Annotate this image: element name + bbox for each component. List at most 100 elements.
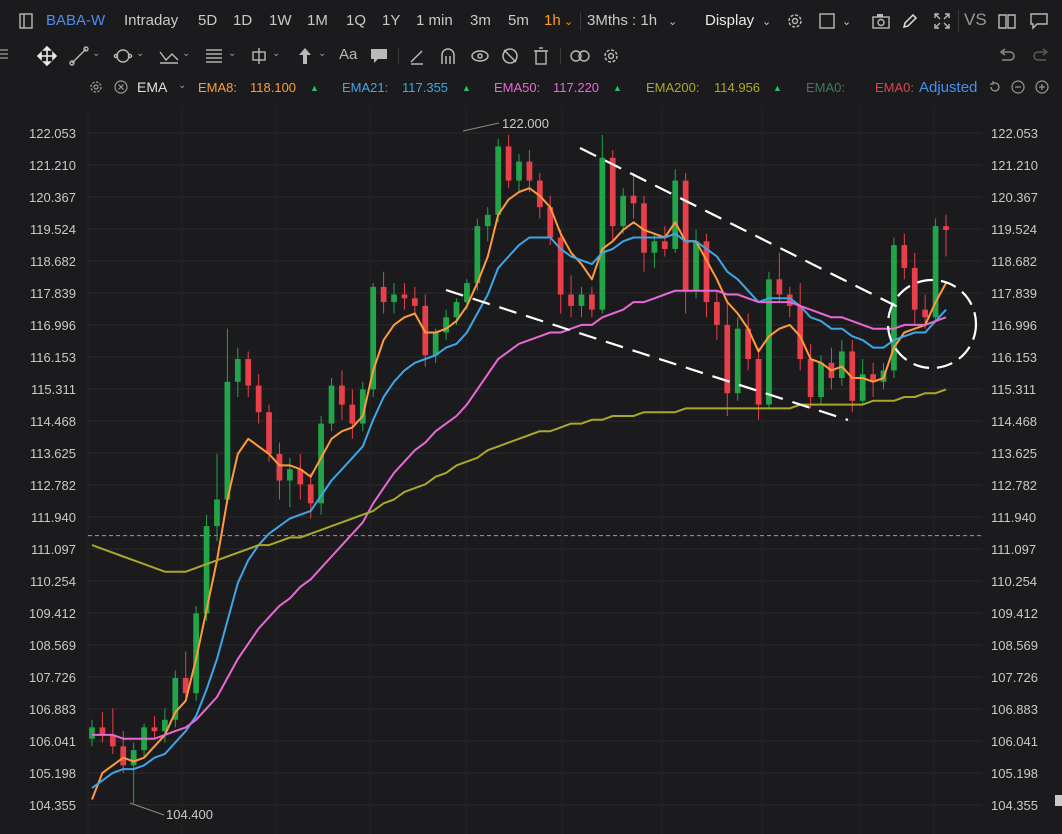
candle-down [297,453,304,500]
period-intraday[interactable]: Intraday [124,12,178,29]
price-tick-left: 110.254 [30,574,76,589]
candle-up [432,328,439,363]
shape-tool-icon[interactable] [112,45,134,67]
candle-down [682,172,689,314]
price-tick-left: 111.940 [31,510,76,525]
measure-icon[interactable] [248,45,270,67]
note-icon[interactable] [368,45,390,67]
chevron-down-icon[interactable]: ⌄ [182,48,190,59]
candle-down [99,712,106,743]
compare-button[interactable]: VS [964,10,987,30]
candle-up [693,229,699,299]
candle-body [411,298,418,306]
ema8-value: 118.100 [250,80,297,95]
settings-gear-icon[interactable] [88,79,104,95]
price-tick-left: 106.041 [29,734,76,749]
price-tick-left: 115.311 [31,382,76,397]
line-ema50 [92,289,947,740]
trash-icon[interactable] [530,45,552,67]
divider [580,12,581,30]
price-tick-right: 106.041 [991,734,1038,749]
ticker-symbol[interactable]: BABA-W [46,12,105,29]
close-icon[interactable] [113,79,129,95]
chevron-down-icon[interactable]: ⌄ [668,15,677,28]
price-tick-right: 117.839 [991,286,1037,301]
link-icon[interactable] [568,45,592,67]
period-3m[interactable]: 3m [470,12,491,29]
fullscreen-icon[interactable] [932,11,952,31]
candle-body [380,286,387,303]
chevron-down-icon[interactable]: ⌄ [842,15,851,28]
period-5m[interactable]: 5m [508,12,529,29]
layout-icon[interactable] [817,11,837,31]
candle-up [599,135,606,314]
price-tick-left: 118.682 [30,254,76,269]
price-tick-right: 122.053 [991,126,1038,141]
eye-lock-icon[interactable] [469,45,491,67]
price-tick-right: 111.097 [991,542,1036,557]
pencil-icon[interactable] [900,11,920,31]
zoom-out-icon[interactable] [1010,79,1026,95]
candle-body [609,157,616,227]
period-1w[interactable]: 1W [269,12,292,29]
chevron-down-icon[interactable]: ⌄ [762,15,771,28]
fibonacci-icon[interactable] [203,45,225,67]
candle-up [443,309,449,341]
chevron-down-icon[interactable]: ⌄ [228,48,236,59]
candle-down [661,226,668,257]
zoom-in-icon[interactable] [1034,79,1050,95]
chevron-down-icon[interactable]: ⌄ [92,48,100,59]
candle-body [328,385,335,424]
camera-icon[interactable] [871,11,891,31]
period-1q[interactable]: 1Q [346,12,366,29]
magnet-icon[interactable] [437,45,459,67]
candle-up [141,723,147,758]
text-tool-icon[interactable]: Aa [339,46,357,63]
price-tick-right: 116.996 [991,318,1037,333]
trendline-icon[interactable] [68,45,90,67]
reset-icon[interactable] [987,79,1003,95]
candle-body [589,294,595,310]
indicator-name[interactable]: EMA [137,79,167,95]
price-tick-left: 105.198 [29,766,76,781]
range-select[interactable]: 3Mths : 1h [587,12,657,29]
period-5d[interactable]: 5D [198,12,217,29]
gear-icon[interactable] [600,45,622,67]
hide-icon[interactable] [499,45,521,67]
ema50-value: 117.220 [553,80,600,95]
chevron-down-icon[interactable]: ⌄ [272,48,280,59]
candle-down [911,252,918,325]
candle-down [568,275,574,318]
price-tick-left: 114.468 [30,414,76,429]
menu-icon[interactable] [0,47,10,61]
book-icon[interactable] [997,11,1017,31]
trendline-lower [445,288,849,422]
redo-icon[interactable] [1030,45,1052,67]
period-1d[interactable]: 1D [233,12,252,29]
arrow-up-icon[interactable] [294,45,316,67]
period-1m[interactable]: 1M [307,12,328,29]
pattern-icon[interactable] [158,45,180,67]
chevron-down-icon[interactable]: ⌄ [178,80,186,91]
period-1min[interactable]: 1 min [416,12,453,29]
settings-gear-icon[interactable] [785,11,805,31]
price-chart[interactable]: 122.053 121.210 120.367 119.524 118.682 117.8… [0,100,1062,834]
undo-icon[interactable] [996,45,1018,67]
price-tick-right: 107.726 [991,670,1038,685]
candle-up [234,347,241,398]
adjusted-label[interactable]: Adjusted [919,79,981,96]
chevron-down-icon[interactable]: ⌄ [318,48,326,59]
move-icon[interactable] [36,45,58,67]
period-1y[interactable]: 1Y [382,12,400,29]
brush-icon[interactable] [406,45,428,67]
chat-icon[interactable] [1029,11,1049,31]
display-menu[interactable]: Display [705,12,754,29]
chevron-down-icon[interactable]: ⌄ [564,15,573,28]
period-1h[interactable]: 1h [544,12,561,29]
chevron-down-icon[interactable]: ⌄ [136,48,144,59]
sidebar-toggle-icon[interactable] [18,12,34,30]
candle-up [672,169,679,253]
candle-body [255,385,262,413]
candle-body [526,161,533,181]
candle-down [745,313,751,371]
